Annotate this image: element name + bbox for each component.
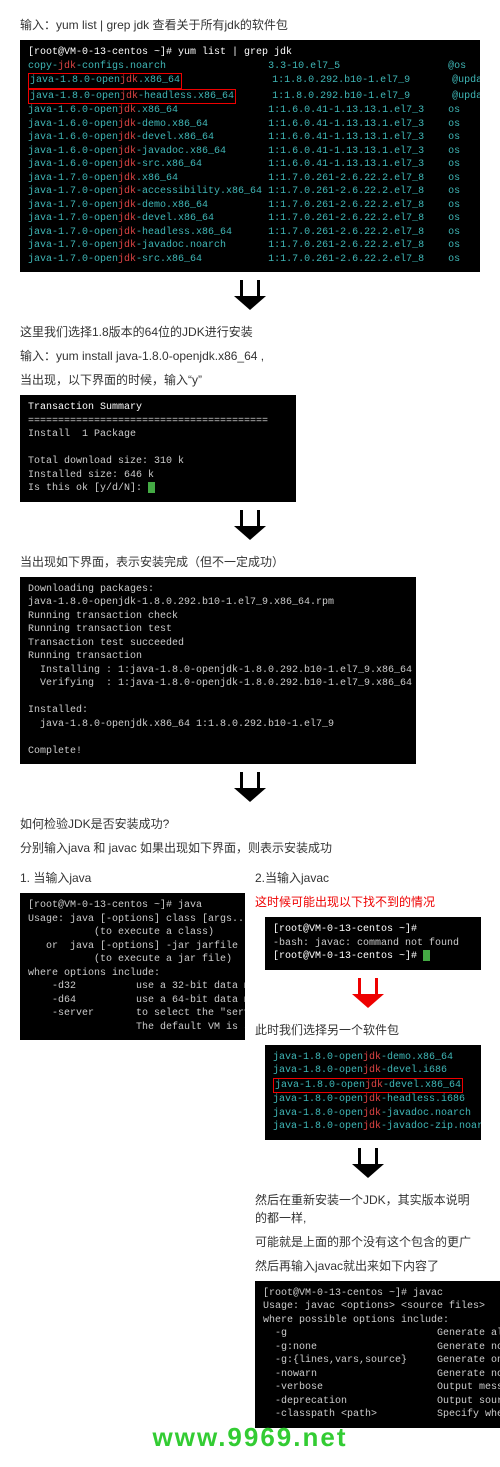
instr-install-done: 当出现如下界面，表示安装完成（但不一定成功）: [20, 553, 480, 571]
terminal-java: [root@VM-0-13-centos ~]# java Usage: jav…: [20, 893, 245, 1040]
instr-yum-list: 输入：yum list | grep jdk 查看关于所有jdk的软件包: [20, 16, 480, 34]
terminal-yum-list: [root@VM-0-13-centos ~]# yum list | grep…: [20, 40, 480, 272]
arrow-4-red: [255, 978, 480, 1013]
arrow-5: [255, 1148, 480, 1183]
title-java: 1. 当输入java: [20, 869, 245, 887]
terminal-transaction: Transaction Summary ====================…: [20, 395, 296, 502]
terminal-pkg2: java-1.8.0-openjdk-demo.x86_64 java-1.8.…: [265, 1045, 481, 1140]
arrow-2: [20, 510, 480, 545]
instr-verify-q: 如何检验JDK是否安装成功?: [20, 815, 480, 833]
instr-enter-y: 当出现，以下界面的时候，输入“y”: [20, 371, 480, 389]
terminal-javac-error: [root@VM-0-13-centos ~]# -bash: javac: c…: [265, 917, 481, 970]
arrow-1: [20, 280, 480, 315]
title-javac: 2.当输入javac: [255, 869, 480, 887]
javac-error-note: 这时候可能出现以下找不到的情况: [255, 893, 480, 911]
instr-reinstall-2: 可能就是上面的那个没有这个包含的更广: [255, 1233, 480, 1251]
terminal-install: Downloading packages: java-1.8.0-openjdk…: [20, 577, 416, 765]
arrow-3: [20, 772, 480, 807]
instr-select-18: 这里我们选择1.8版本的64位的JDK进行安装: [20, 323, 480, 341]
terminal-javac-ok: [root@VM-0-13-centos ~]# javac Usage: ja…: [255, 1281, 500, 1428]
instr-yum-install: 输入：yum install java-1.8.0-openjdk.x86_64…: [20, 347, 480, 365]
instr-select-other: 此时我们选择另一个软件包: [255, 1021, 480, 1039]
instr-reinstall-1: 然后在重新安装一个JDK，其实版本说明的都一样,: [255, 1191, 480, 1227]
instr-reinstall-3: 然后再输入javac就出来如下内容了: [255, 1257, 480, 1275]
instr-verify: 分别输入java 和 javac 如果出现如下界面，则表示安装成功: [20, 839, 480, 857]
